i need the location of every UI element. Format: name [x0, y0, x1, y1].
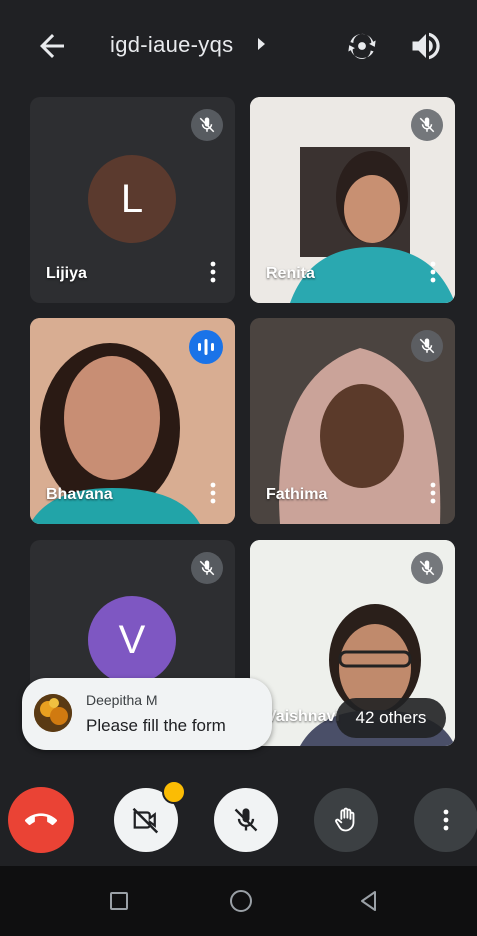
- participant-tile[interactable]: L Lijiya: [30, 97, 235, 303]
- avatar-initial: L: [120, 176, 144, 221]
- more-vert-icon[interactable]: [205, 480, 221, 506]
- recents-icon[interactable]: [104, 886, 134, 916]
- caret-right-icon[interactable]: [256, 37, 266, 51]
- speaker-button[interactable]: [408, 28, 444, 64]
- participant-tile[interactable]: Renita: [250, 97, 455, 303]
- chat-notification[interactable]: Deepitha M Please fill the form: [22, 678, 272, 750]
- top-bar: igd-iaue-yqs: [0, 0, 477, 96]
- camera-off-icon: [132, 807, 159, 834]
- sender-name: Deepitha M: [86, 692, 158, 708]
- home-icon[interactable]: [226, 886, 256, 916]
- switch-camera-icon: [348, 33, 376, 59]
- muted-badge: [411, 109, 443, 141]
- participant-tile[interactable]: Bhavana: [30, 318, 235, 524]
- nav-back-icon[interactable]: [354, 886, 384, 916]
- mic-off-icon: [199, 117, 215, 133]
- speaking-indicator: [189, 330, 223, 364]
- hand-icon: [335, 807, 355, 832]
- meeting-code[interactable]: igd-iaue-yqs: [110, 32, 233, 58]
- muted-badge: [411, 330, 443, 362]
- mic-off-icon: [419, 560, 435, 576]
- avatar: L: [88, 155, 176, 243]
- more-vert-icon[interactable]: [205, 259, 221, 285]
- mic-off-icon: [419, 338, 435, 354]
- mic-off-icon: [419, 117, 435, 133]
- raise-hand-button[interactable]: [314, 788, 378, 852]
- more-vert-icon[interactable]: [425, 259, 441, 285]
- system-nav-bar: [0, 866, 477, 936]
- participant-name: Bhavana: [46, 486, 113, 503]
- participant-name: Fathima: [266, 486, 328, 503]
- arrow-left-icon: [40, 34, 64, 58]
- back-button[interactable]: [34, 28, 70, 64]
- chat-message: Please fill the form: [86, 716, 226, 735]
- call-controls: [0, 776, 477, 866]
- more-vert-icon: [443, 809, 449, 831]
- more-options-button[interactable]: [414, 788, 477, 852]
- avatar: V: [88, 596, 176, 684]
- mic-off-icon: [234, 808, 258, 832]
- more-vert-icon[interactable]: [425, 480, 441, 506]
- sender-avatar: [34, 694, 72, 732]
- speaker-icon: [412, 32, 440, 60]
- avatar-initial: V: [118, 617, 146, 662]
- switch-camera-button[interactable]: [344, 28, 380, 64]
- participant-tile[interactable]: Fathima: [250, 318, 455, 524]
- mic-toggle-button[interactable]: [214, 788, 278, 852]
- muted-badge: [411, 552, 443, 584]
- mic-off-icon: [199, 560, 215, 576]
- participant-name: Lijiya: [46, 265, 87, 282]
- muted-badge: [191, 109, 223, 141]
- audio-wave-icon: [198, 339, 214, 355]
- participant-name: Vaishnavi: [266, 708, 340, 725]
- participant-name: Renita: [266, 265, 315, 282]
- others-count-button[interactable]: 42 others: [336, 698, 446, 738]
- end-call-button[interactable]: [8, 787, 74, 853]
- notification-dot: [162, 780, 186, 804]
- sender-photo: [34, 694, 72, 732]
- phone-hangup-icon: [25, 813, 57, 826]
- muted-badge: [191, 552, 223, 584]
